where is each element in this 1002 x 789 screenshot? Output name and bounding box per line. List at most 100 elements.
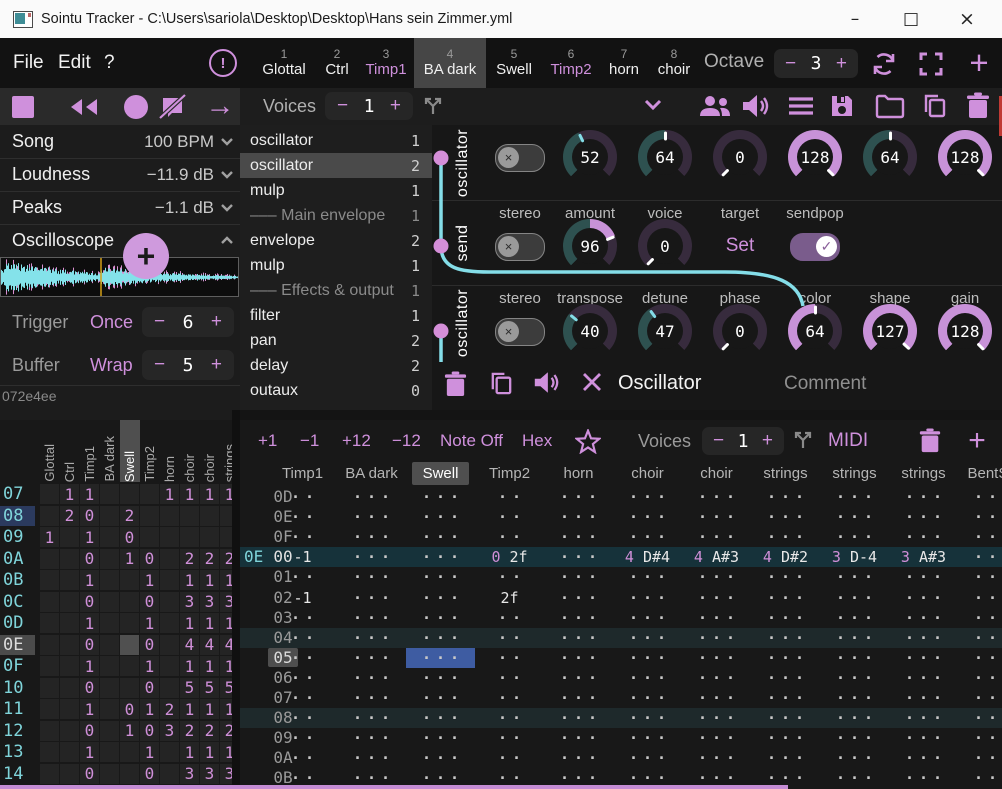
- note-cell[interactable]: ···: [751, 527, 820, 547]
- pattern-cell[interactable]: [120, 764, 139, 784]
- pattern-cell[interactable]: [120, 484, 139, 504]
- note-cell[interactable]: ···: [682, 708, 751, 728]
- pattern-cell[interactable]: 1: [120, 549, 139, 569]
- pattern-cell[interactable]: [160, 635, 179, 655]
- note-cell[interactable]: ···: [682, 608, 751, 628]
- sendpop-toggle[interactable]: ✓: [790, 233, 840, 261]
- note-cell[interactable]: ···: [337, 668, 406, 688]
- loudness-row[interactable]: Loudness −11.9 dB: [0, 158, 240, 192]
- pattern-cell[interactable]: 0: [120, 527, 139, 547]
- detune-knob[interactable]: 47: [638, 304, 692, 358]
- note-cell[interactable]: ···: [682, 628, 751, 648]
- pattern-cell[interactable]: [180, 506, 199, 526]
- pattern-cell[interactable]: [120, 570, 139, 590]
- note-cell[interactable]: ···: [958, 728, 1002, 748]
- stop-icon[interactable]: [12, 96, 34, 118]
- pattern-cell[interactable]: [100, 699, 119, 719]
- note-cell[interactable]: ···: [958, 688, 1002, 708]
- alert-icon[interactable]: !: [209, 49, 237, 77]
- note-column-header-swell[interactable]: Swell: [412, 462, 469, 485]
- pattern-cell[interactable]: 0: [120, 699, 139, 719]
- voices-plus[interactable]: +: [390, 95, 401, 117]
- note-column-header-timp1[interactable]: Timp1: [274, 462, 331, 485]
- note-cell[interactable]: ···: [613, 608, 682, 628]
- pattern-column-header-swell[interactable]: Swell: [120, 420, 140, 482]
- copy-icon[interactable]: [921, 92, 949, 120]
- no-loop-flag-icon[interactable]: [158, 94, 188, 120]
- note-cell[interactable]: ···: [820, 688, 889, 708]
- note-cell[interactable]: ··: [475, 527, 544, 547]
- pattern-cell[interactable]: [60, 764, 79, 784]
- pattern-cell[interactable]: [100, 506, 119, 526]
- octave-minus[interactable]: −: [785, 53, 796, 75]
- note-cell[interactable]: ···: [613, 748, 682, 768]
- pattern-cell[interactable]: 1: [200, 742, 219, 762]
- pattern-cell[interactable]: 1: [180, 484, 199, 504]
- menu-help[interactable]: ?: [104, 38, 115, 88]
- note-cell[interactable]: ···: [544, 547, 613, 567]
- note-cell[interactable]: ···: [544, 688, 613, 708]
- unit-list-item[interactable]: mulp1: [240, 178, 432, 203]
- note-cell[interactable]: ···: [406, 567, 475, 587]
- pattern-cell[interactable]: [100, 527, 119, 547]
- param-knob[interactable]: 52: [563, 130, 617, 184]
- pattern-cell[interactable]: 1: [40, 527, 59, 547]
- note-cell[interactable]: ···: [544, 748, 613, 768]
- note-cell[interactable]: ···: [889, 748, 958, 768]
- note-cell[interactable]: ···: [820, 487, 889, 507]
- pattern-row-label[interactable]: 10: [0, 678, 35, 698]
- pattern-cell[interactable]: [60, 699, 79, 719]
- note-cell[interactable]: 3 D-4: [820, 547, 889, 567]
- note-cell[interactable]: ···: [544, 648, 613, 668]
- note-cell[interactable]: ··: [268, 648, 337, 668]
- note-column-header-strings[interactable]: strings: [826, 462, 883, 485]
- color-knob[interactable]: 64: [788, 304, 842, 358]
- note-cell[interactable]: ···: [406, 507, 475, 527]
- note-cell[interactable]: ···: [889, 648, 958, 668]
- note-cell[interactable]: ···: [613, 728, 682, 748]
- note-cell[interactable]: -1: [268, 547, 337, 567]
- note-cell[interactable]: ···: [337, 748, 406, 768]
- pattern-cell[interactable]: 1: [80, 570, 99, 590]
- open-folder-icon[interactable]: [874, 93, 906, 119]
- record-icon[interactable]: [124, 95, 148, 119]
- note-cell[interactable]: ···: [751, 688, 820, 708]
- pattern-row-label[interactable]: 11: [0, 699, 35, 719]
- transpose-minus1-button[interactable]: −1: [300, 420, 319, 462]
- note-off-button[interactable]: Note Off: [440, 420, 503, 462]
- shape-knob[interactable]: 127: [863, 304, 917, 358]
- pattern-cell[interactable]: 1: [180, 570, 199, 590]
- pattern-cell[interactable]: [160, 613, 179, 633]
- pattern-row-label[interactable]: 0A: [0, 549, 35, 569]
- pattern-cell[interactable]: 1: [220, 656, 232, 676]
- note-cell[interactable]: ··: [268, 688, 337, 708]
- note-cell[interactable]: ···: [406, 588, 475, 608]
- note-cell[interactable]: ··: [475, 648, 544, 668]
- unit-list-item[interactable]: oscillator2: [240, 153, 432, 178]
- pattern-cell[interactable]: 1: [180, 656, 199, 676]
- note-cell[interactable]: ···: [337, 507, 406, 527]
- unit-list-item[interactable]: outaux0: [240, 378, 432, 403]
- note-cell[interactable]: ···: [889, 527, 958, 547]
- octave-plus[interactable]: +: [836, 53, 847, 75]
- note-cell[interactable]: ···: [889, 507, 958, 527]
- unit-list-item[interactable]: mulp1: [240, 253, 432, 278]
- pattern-row-label[interactable]: 08: [0, 506, 35, 526]
- pattern-cell[interactable]: [160, 506, 179, 526]
- midi-button[interactable]: MIDI: [828, 420, 868, 462]
- note-cell[interactable]: ···: [613, 487, 682, 507]
- panel-splitter[interactable]: [232, 410, 240, 789]
- pattern-cell[interactable]: [200, 506, 219, 526]
- delete-icon[interactable]: [918, 428, 942, 454]
- pattern-cell[interactable]: 1: [220, 484, 232, 504]
- save-icon[interactable]: [828, 92, 856, 120]
- note-cell[interactable]: ···: [820, 588, 889, 608]
- note-cell[interactable]: ··: [268, 608, 337, 628]
- pattern-cell[interactable]: 2: [60, 506, 79, 526]
- note-cell[interactable]: ··: [268, 668, 337, 688]
- close-button[interactable]: ×: [944, 0, 990, 37]
- note-cell[interactable]: ···: [337, 728, 406, 748]
- unit-list-item[interactable]: delay2: [240, 353, 432, 378]
- pattern-cell[interactable]: 3: [200, 764, 219, 784]
- note-cell[interactable]: ···: [751, 588, 820, 608]
